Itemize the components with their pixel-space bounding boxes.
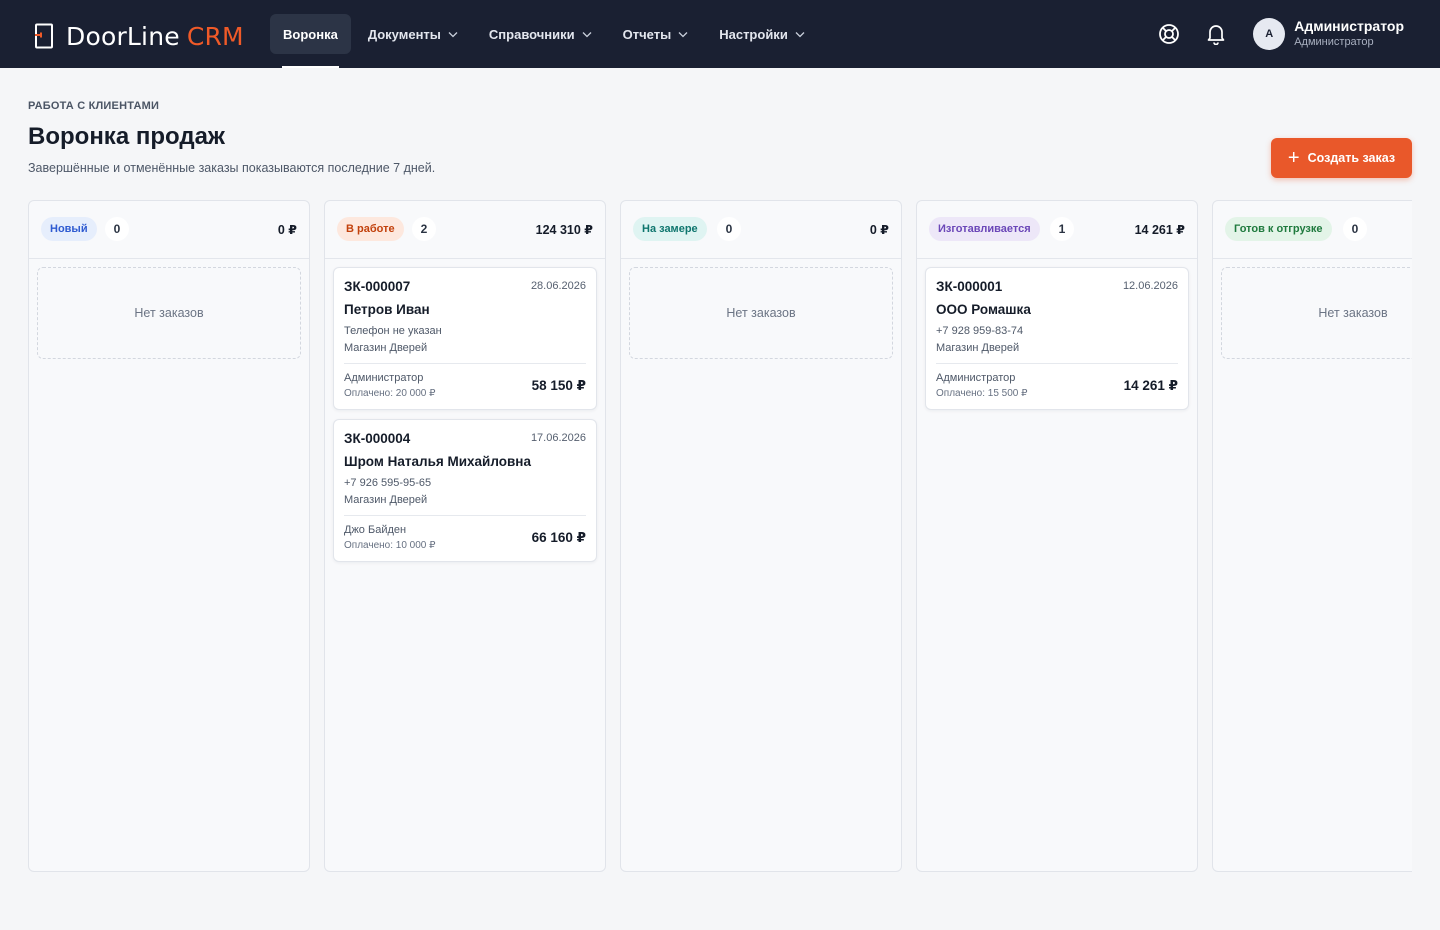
column-header: Новый 0 0 ₽ (29, 201, 309, 259)
nav-item-settings[interactable]: Настройки (706, 14, 819, 54)
user-role: Администратор (1294, 36, 1374, 48)
order-date: 28.06.2026 (530, 280, 586, 292)
brand-accent: CRM (186, 21, 244, 51)
column-in-progress: В работе 2 124 310 ₽ ЗК-000007 28.06.202… (324, 200, 606, 872)
order-store: Магазин Дверей (344, 494, 428, 506)
door-logo-icon (34, 23, 54, 49)
order-total: 14 261 ₽ (1123, 378, 1178, 393)
main-nav: Воронка Документы Справочники Отчеты Нас… (270, 14, 823, 68)
column-manufacturing: Изготавливается 1 14 261 ₽ ЗК-000001 12.… (916, 200, 1198, 872)
top-right-controls: A Администратор Администратор (1157, 16, 1404, 52)
column-sum: 0 ₽ (277, 223, 297, 237)
column-count: 1 (1050, 217, 1074, 241)
page-subtitle: Завершённые и отменённые заказы показыва… (28, 161, 436, 175)
order-client: Петров Иван (344, 302, 430, 317)
order-card[interactable]: ЗК-000001 12.06.2026 ООО Ромашка +7 928 … (925, 267, 1189, 410)
nav-item-funnel[interactable]: Воронка (270, 14, 351, 68)
order-number: ЗК-000004 (344, 431, 411, 446)
status-badge: В работе (337, 217, 404, 241)
empty-placeholder: Нет заказов (1221, 267, 1412, 359)
kanban-board: Новый 0 0 ₽ Нет заказов В работе 2 124 3… (28, 200, 1412, 872)
column-count: 2 (412, 217, 436, 241)
breadcrumb: РАБОТА С КЛИЕНТАМИ (28, 100, 160, 112)
card-divider (936, 363, 1178, 364)
order-phone: +7 928 959-83-74 (936, 325, 1024, 337)
nav-item-reports[interactable]: Отчеты (610, 14, 703, 54)
column-header: В работе 2 124 310 ₽ (325, 201, 605, 259)
nav-item-documents[interactable]: Документы (355, 14, 472, 54)
status-badge: Новый (41, 217, 97, 241)
card-divider (344, 515, 586, 516)
create-order-button[interactable]: + Создать заказ (1271, 138, 1412, 178)
order-paid: Оплачено: 15 500 ₽ (936, 388, 1028, 399)
order-number: ЗК-000001 (936, 279, 1003, 294)
order-total: 58 150 ₽ (531, 378, 586, 393)
order-client: ООО Ромашка (936, 302, 1031, 317)
order-date: 17.06.2026 (530, 432, 586, 444)
page-title: Воронка продаж (28, 123, 225, 150)
order-date: 12.06.2026 (1122, 280, 1178, 292)
column-new: Новый 0 0 ₽ Нет заказов (28, 200, 310, 872)
chevron-down-icon (678, 32, 688, 38)
top-navbar: DoorLine CRM Воронка Документы Справочник… (0, 0, 1440, 68)
logo[interactable]: DoorLine CRM (34, 21, 244, 51)
column-count: 0 (105, 217, 129, 241)
column-header: На замере 0 0 ₽ (621, 201, 901, 259)
create-order-label: Создать заказ (1307, 151, 1396, 165)
plus-icon: + (1287, 147, 1300, 169)
column-header: Изготавливается 1 14 261 ₽ (917, 201, 1197, 259)
order-card[interactable]: ЗК-000007 28.06.2026 Петров Иван Телефон… (333, 267, 597, 410)
order-manager: Администратор (344, 372, 424, 384)
user-menu[interactable]: Администратор Администратор (1294, 18, 1404, 50)
column-sum: 14 261 ₽ (1134, 223, 1185, 237)
chevron-down-icon (795, 32, 805, 38)
column-sum: 124 310 ₽ (535, 223, 593, 237)
nav-item-references[interactable]: Справочники (476, 14, 606, 54)
column-count: 0 (1343, 217, 1367, 241)
column-ready-to-ship: Готов к отгрузке 0 Нет заказов (1212, 200, 1412, 872)
column-count: 0 (717, 217, 741, 241)
order-store: Магазин Дверей (936, 342, 1020, 354)
status-badge: Изготавливается (929, 217, 1040, 241)
order-total: 66 160 ₽ (531, 530, 586, 545)
order-phone: +7 926 595-95-65 (344, 477, 432, 489)
empty-placeholder: Нет заказов (629, 267, 893, 359)
order-card[interactable]: ЗК-000004 17.06.2026 Шром Наталья Михайл… (333, 419, 597, 562)
chevron-down-icon (582, 32, 592, 38)
order-paid: Оплачено: 20 000 ₽ (344, 388, 436, 399)
column-sum: 0 ₽ (869, 223, 889, 237)
user-name: Администратор (1294, 18, 1404, 34)
column-measuring: На замере 0 0 ₽ Нет заказов (620, 200, 902, 872)
order-manager: Джо Байден (344, 524, 407, 536)
order-store: Магазин Дверей (344, 342, 428, 354)
status-badge: Готов к отгрузке (1225, 217, 1332, 241)
card-divider (344, 363, 586, 364)
bell-icon[interactable] (1204, 22, 1228, 46)
chevron-down-icon (448, 32, 458, 38)
brand-name: DoorLine CRM (66, 21, 244, 51)
order-client: Шром Наталья Михайловна (344, 454, 531, 469)
order-phone: Телефон не указан (344, 325, 442, 337)
order-number: ЗК-000007 (344, 279, 411, 294)
empty-placeholder: Нет заказов (37, 267, 301, 359)
order-manager: Администратор (936, 372, 1016, 384)
help-icon[interactable] (1157, 22, 1181, 46)
order-paid: Оплачено: 10 000 ₽ (344, 540, 436, 551)
avatar[interactable]: A (1253, 18, 1286, 50)
status-badge: На замере (633, 217, 707, 241)
column-header: Готов к отгрузке 0 (1213, 201, 1412, 259)
